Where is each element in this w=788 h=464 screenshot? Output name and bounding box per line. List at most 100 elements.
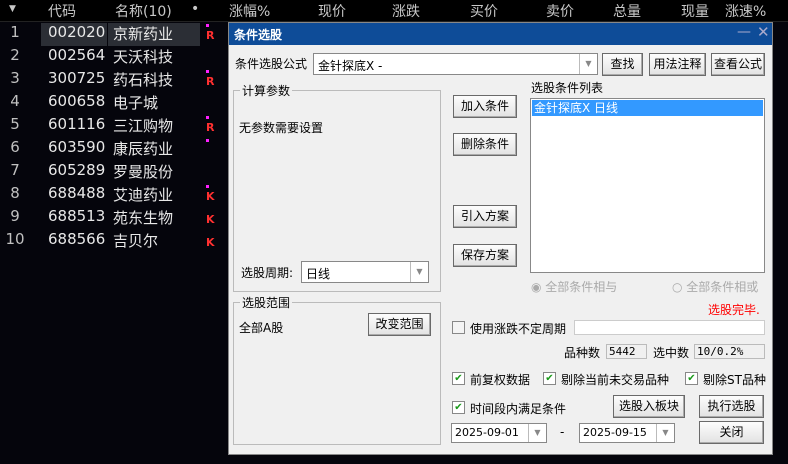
add-condition-button[interactable]: 加入条件	[453, 95, 517, 118]
stock-code: 002564	[48, 46, 106, 64]
exclude-untraded-checkbox[interactable]: ✔	[543, 372, 556, 385]
table-row[interactable]: 10 688566 吉贝尔 K	[0, 229, 228, 252]
view-formula-button[interactable]: 查看公式	[711, 53, 765, 76]
stock-code: 600658	[48, 92, 106, 110]
marker-dot-icon	[206, 24, 209, 27]
date-from-select[interactable]: 2025-09-01 ▼	[451, 423, 547, 443]
table-row[interactable]: 8 688488 艾迪药业 K	[0, 183, 228, 206]
stock-name: 艾迪药业	[113, 186, 174, 204]
col-name[interactable]: 名称(10)	[115, 1, 172, 21]
date-to-select[interactable]: 2025-09-15 ▼	[579, 423, 675, 443]
condition-list-label: 选股条件列表	[531, 81, 604, 95]
flag-letter: K	[206, 236, 215, 249]
row-number: 3	[10, 69, 20, 87]
stock-flag	[203, 137, 217, 160]
formula-select[interactable]: 金针探底X - ▼	[313, 53, 598, 75]
stock-code: 601116	[48, 115, 106, 133]
date-to-value: 2025-09-15	[583, 426, 647, 439]
change-range-button[interactable]: 改变范围	[368, 313, 431, 336]
dropdown-arrow-icon[interactable]: ▼	[579, 54, 597, 74]
usage-notes-button[interactable]: 用法注释	[649, 53, 706, 76]
table-row[interactable]: 1 002020 京新药业 R	[0, 22, 228, 46]
col-change[interactable]: 涨跌	[392, 1, 420, 21]
range-group: 选股范围 全部A股 改变范围	[233, 294, 441, 445]
marker-dot-icon	[206, 139, 209, 142]
dropdown-arrow-icon[interactable]: ▼	[528, 424, 546, 442]
col-change-pct[interactable]: 涨幅%	[229, 1, 270, 21]
table-row[interactable]: 7 605289 罗曼股份	[0, 160, 228, 183]
selected-value: 10/0.2%	[694, 344, 765, 359]
count-label: 品种数	[564, 346, 601, 360]
radio-and-label: 全部条件相与	[545, 280, 618, 294]
table-row[interactable]: 9 688513 苑东生物 K	[0, 206, 228, 229]
table-header: ▼ 代码 名称(10) • 涨幅% 现价 涨跌 买价 卖价 总量 现量 涨速%	[0, 0, 788, 22]
condition-list[interactable]: 金针探底X 日线	[530, 98, 765, 273]
col-code[interactable]: 代码	[48, 1, 76, 21]
formula-label: 条件选股公式	[235, 57, 308, 71]
status-text: 选股完毕.	[708, 303, 760, 317]
exclude-st-checkbox[interactable]: ✔	[685, 372, 698, 385]
stock-name: 药石科技	[113, 71, 174, 89]
table-row[interactable]: 4 600658 电子城	[0, 91, 228, 114]
col-dot[interactable]: •	[191, 1, 199, 17]
radio-and[interactable]: ◉ 全部条件相与	[531, 278, 617, 295]
import-scheme-button[interactable]: 引入方案	[453, 205, 517, 228]
marker-dot-icon	[206, 70, 209, 73]
row-number: 1	[10, 23, 20, 41]
flag-letter: R	[206, 29, 215, 42]
dropdown-arrow-icon[interactable]: ▼	[410, 262, 428, 282]
stock-flag	[203, 91, 217, 114]
condition-stock-picker-dialog: 条件选股 — ✕ 条件选股公式 金针探底X - ▼ 查找 用法注释 查看公式 计算…	[228, 22, 773, 455]
col-volume[interactable]: 总量	[613, 1, 641, 21]
radio-or[interactable]: ○ 全部条件相或	[672, 278, 758, 295]
table-row[interactable]: 6 603590 康辰药业	[0, 137, 228, 160]
col-price[interactable]: 现价	[318, 1, 346, 21]
table-row[interactable]: 2 002564 天沃科技	[0, 45, 228, 68]
col-ask[interactable]: 卖价	[546, 1, 574, 21]
formula-value: 金针探底X -	[318, 59, 383, 73]
flag-letter: R	[206, 75, 215, 88]
condition-list-item[interactable]: 金针探底X 日线	[532, 100, 763, 116]
flag-letter: K	[206, 213, 215, 226]
stock-code: 002020	[41, 23, 107, 46]
stock-name: 苑东生物	[113, 209, 174, 227]
stock-flag: K	[203, 229, 217, 252]
add-to-block-button[interactable]: 选股入板块	[613, 395, 685, 418]
dropdown-arrow-icon[interactable]: ▼	[656, 424, 674, 442]
save-scheme-button[interactable]: 保存方案	[453, 244, 517, 267]
stock-name: 京新药业	[108, 23, 200, 46]
row-number: 2	[10, 46, 20, 64]
row-number: 4	[10, 92, 20, 110]
minimize-icon[interactable]: —	[737, 24, 751, 40]
row-number: 9	[10, 207, 20, 225]
close-button[interactable]: 关闭	[699, 421, 764, 444]
stock-flag	[203, 45, 217, 68]
stock-flag: K	[203, 206, 217, 229]
use-period-checkbox[interactable]	[452, 321, 465, 334]
execute-button[interactable]: 执行选股	[699, 395, 764, 418]
table-row[interactable]: 5 601116 三江购物 R	[0, 114, 228, 137]
table-row[interactable]: 3 300725 药石科技 R	[0, 68, 228, 91]
find-button[interactable]: 查找	[602, 53, 643, 76]
period-select[interactable]: 日线 ▼	[301, 261, 429, 283]
col-cur-volume[interactable]: 现量	[681, 1, 709, 21]
stock-code: 688513	[48, 207, 106, 225]
fq-checkbox[interactable]: ✔	[452, 372, 465, 385]
dialog-title-bar[interactable]: 条件选股 — ✕	[229, 23, 772, 45]
stock-code: 688488	[48, 184, 106, 202]
exclude-untraded-label: 剔除当前未交易品种	[561, 373, 670, 387]
period-input[interactable]	[574, 320, 765, 335]
time-range-checkbox[interactable]: ✔	[452, 401, 465, 414]
stock-flag	[203, 160, 217, 183]
time-range-label: 时间段内满足条件	[470, 402, 567, 416]
delete-condition-button[interactable]: 删除条件	[453, 133, 517, 156]
radio-or-label: 全部条件相或	[686, 280, 759, 294]
stock-code: 300725	[48, 69, 106, 87]
sort-arrow-icon[interactable]: ▼	[9, 4, 16, 14]
col-speed[interactable]: 涨速%	[725, 1, 766, 21]
stock-code: 688566	[48, 230, 106, 248]
col-bid[interactable]: 买价	[470, 1, 498, 21]
close-icon[interactable]: ✕	[757, 23, 770, 41]
period-label: 选股周期:	[241, 266, 294, 280]
range-group-label: 选股范围	[240, 294, 293, 311]
